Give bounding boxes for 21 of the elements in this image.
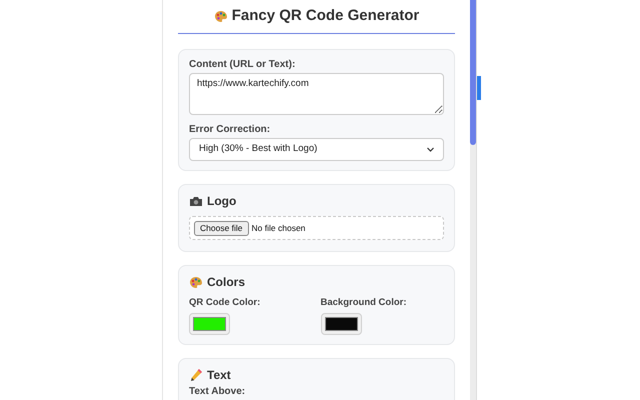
file-status: No file chosen	[252, 222, 306, 234]
section-heading: Logo	[207, 194, 236, 208]
content-textarea[interactable]: https://www.kartechify.com	[189, 73, 444, 115]
field-label: Error Correction:	[189, 124, 272, 136]
error-correction-select[interactable]: High (30% - Best with Logo)	[189, 138, 444, 161]
field-label: Background Color:	[320, 297, 407, 309]
field-label: Text Above:	[189, 386, 246, 398]
popup-title: Fancy QR Code Generator	[232, 6, 420, 26]
chevron-down-icon	[427, 147, 434, 152]
section-heading: Text	[207, 368, 231, 382]
field-label: Content (URL or Text):	[189, 59, 296, 71]
camera-icon	[189, 196, 203, 206]
file-input[interactable]: Choose file No file chosen	[189, 216, 444, 240]
color-picker[interactable]	[189, 313, 230, 335]
palette-icon	[189, 276, 203, 288]
choose-file-button[interactable]: Choose file	[194, 220, 249, 236]
pencil-icon	[189, 368, 203, 382]
color-picker[interactable]	[320, 313, 362, 335]
palette-icon	[214, 10, 228, 23]
section-heading: Colors	[207, 275, 246, 289]
field-label: QR Code Color:	[189, 297, 260, 309]
